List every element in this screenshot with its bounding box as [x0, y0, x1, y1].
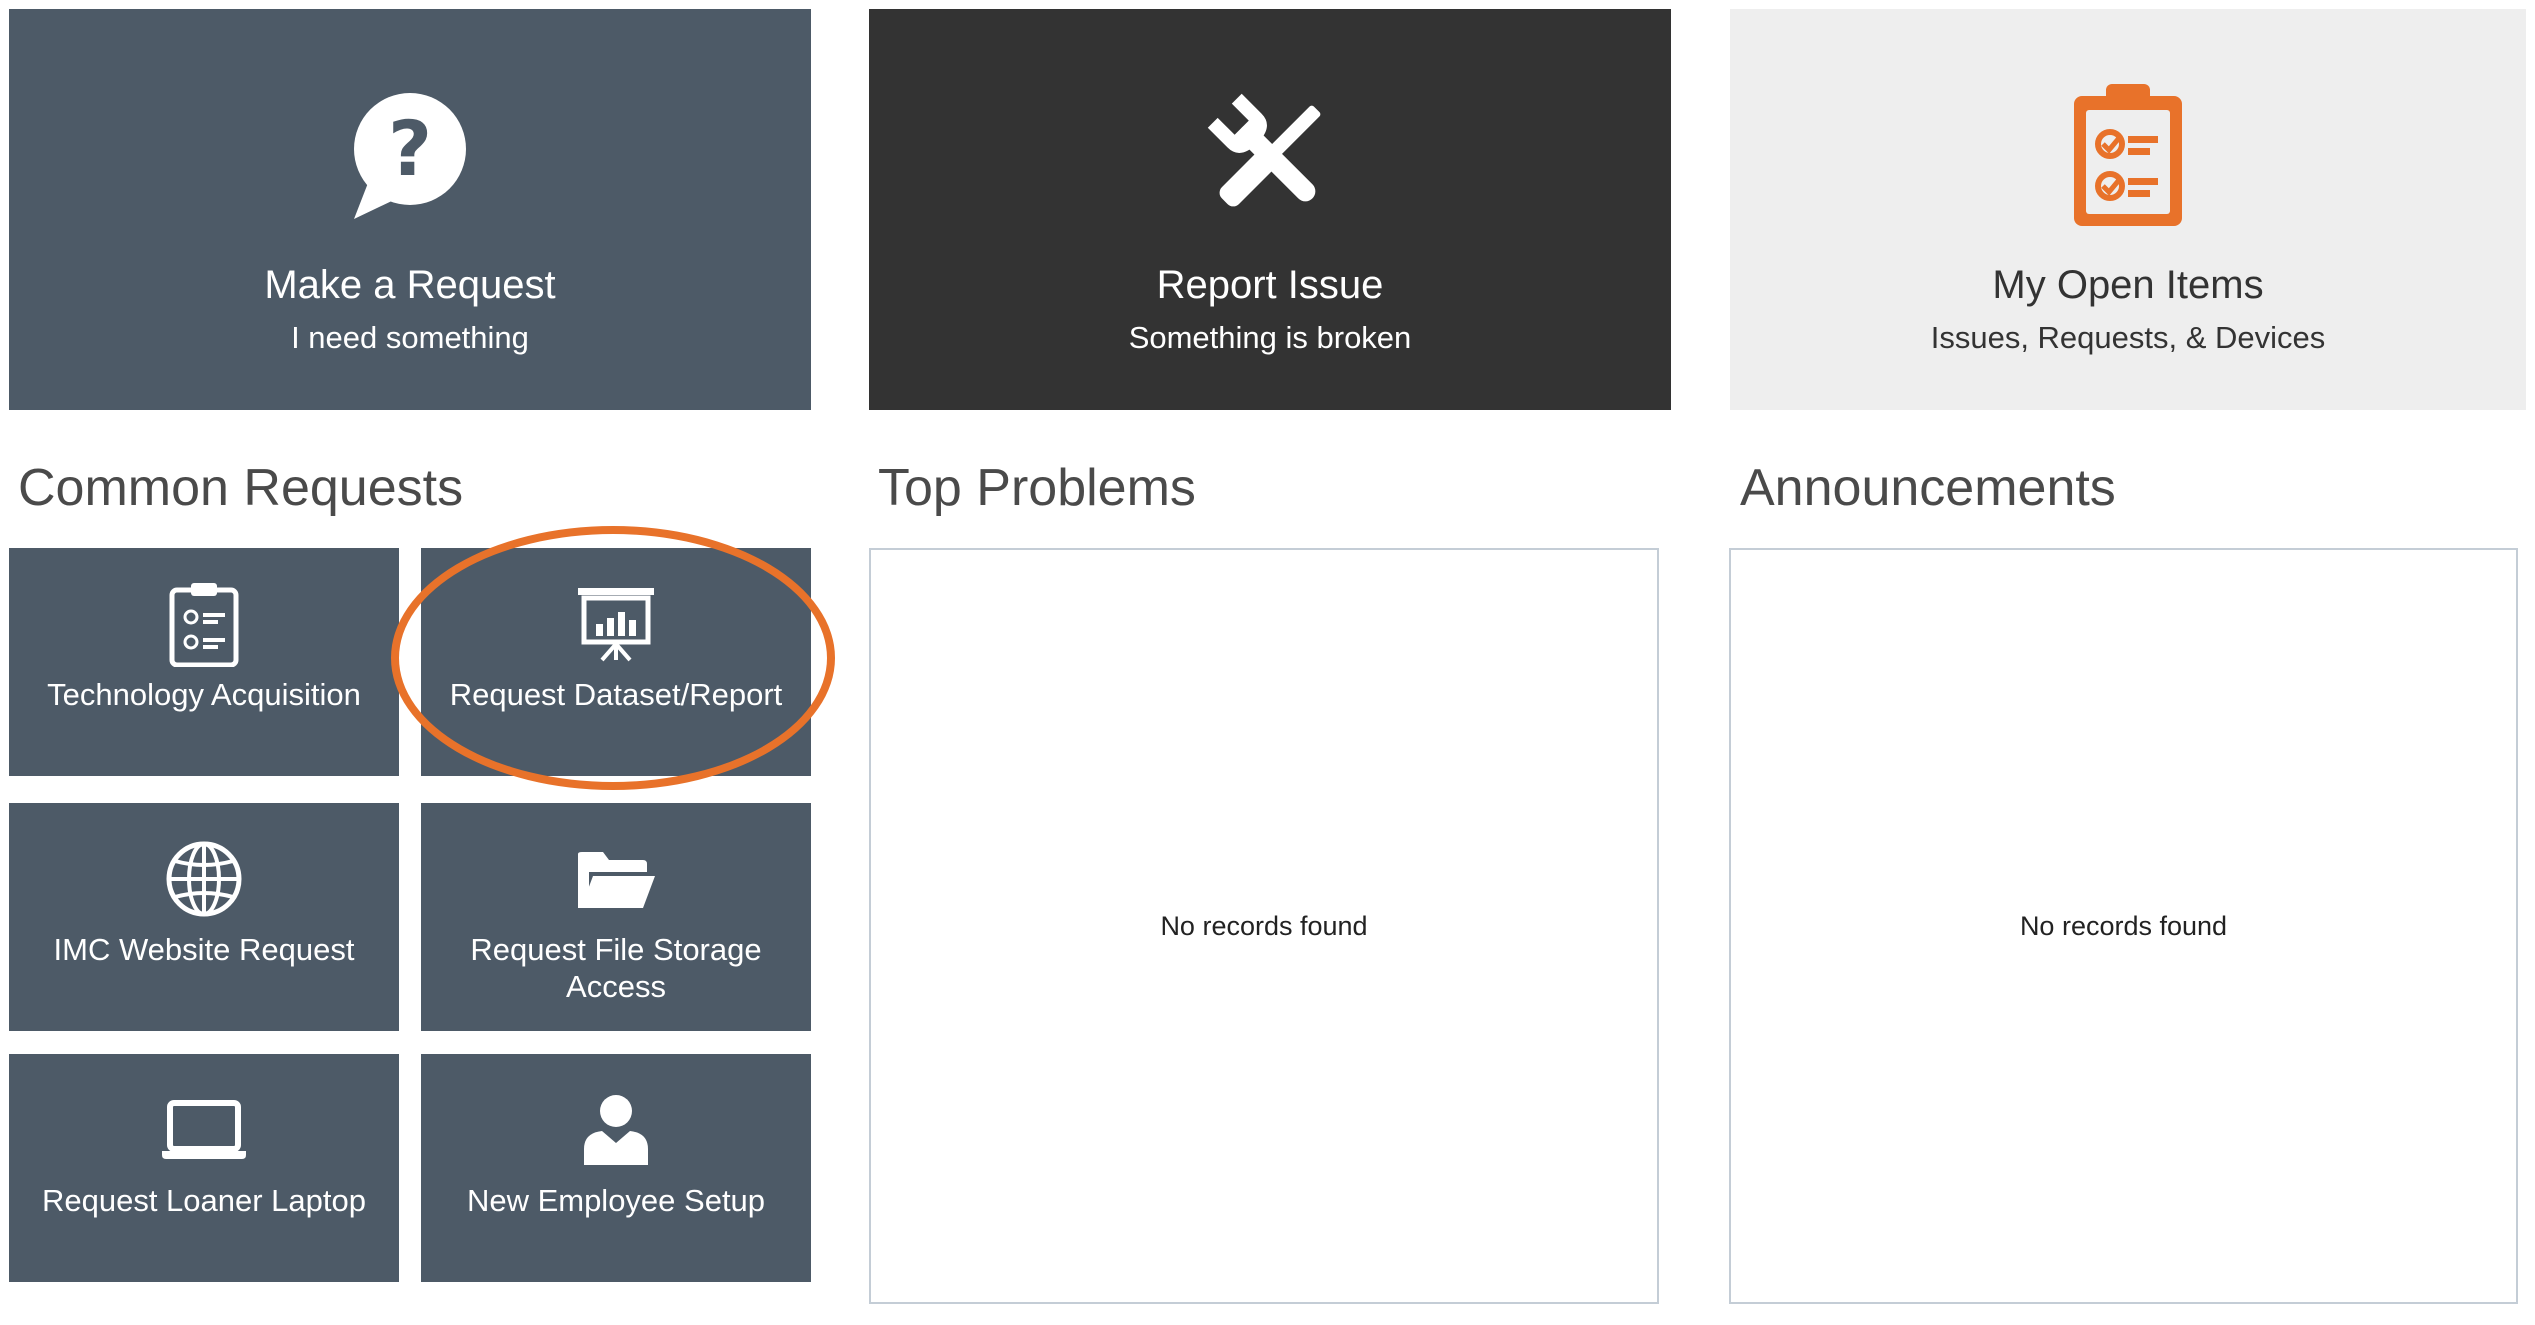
- request-dataset-report-tile[interactable]: Request Dataset/Report: [421, 548, 811, 776]
- person-icon: [580, 1086, 652, 1174]
- svg-text:?: ?: [388, 104, 432, 193]
- tools-icon: [1200, 81, 1340, 231]
- top-problems-panel: No records found: [869, 548, 1659, 1304]
- empty-state-text: No records found: [1160, 910, 1368, 941]
- report-issue-card[interactable]: Report Issue Something is broken: [869, 9, 1671, 410]
- announcements-heading: Announcements: [1740, 459, 2116, 517]
- hero-title: My Open Items: [1992, 263, 2264, 307]
- folder-open-icon: [575, 835, 657, 923]
- clipboard-checklist-icon: [169, 580, 239, 668]
- top-problems-heading: Top Problems: [878, 459, 1196, 517]
- tile-label: Request File Storage Access: [470, 932, 762, 1004]
- technology-acquisition-tile[interactable]: Technology Acquisition: [9, 548, 399, 776]
- make-request-card[interactable]: ? Make a Request I need something: [9, 9, 811, 410]
- hero-subtitle: Issues, Requests, & Devices: [1930, 320, 2326, 355]
- announcements-panel: No records found: [1729, 548, 2518, 1304]
- imc-website-request-tile[interactable]: IMC Website Request: [9, 803, 399, 1031]
- empty-state-text: No records found: [2019, 910, 2228, 941]
- tile-label: Request Loaner Laptop: [41, 1183, 367, 1218]
- laptop-icon: [160, 1086, 248, 1174]
- request-file-storage-tile[interactable]: Request File Storage Access: [421, 803, 811, 1031]
- globe-icon: [164, 835, 244, 923]
- tile-label: Request Dataset/Report: [449, 677, 783, 712]
- presentation-chart-icon: [576, 580, 656, 668]
- request-loaner-laptop-tile[interactable]: Request Loaner Laptop: [9, 1054, 399, 1282]
- hero-subtitle: Something is broken: [1128, 320, 1412, 355]
- clipboard-checklist-icon: [2070, 81, 2186, 231]
- new-employee-setup-tile[interactable]: New Employee Setup: [421, 1054, 811, 1282]
- common-requests-heading: Common Requests: [18, 459, 464, 517]
- hero-title: Report Issue: [1156, 263, 1384, 307]
- my-open-items-card[interactable]: My Open Items Issues, Requests, & Device…: [1730, 9, 2526, 410]
- tile-label: New Employee Setup: [466, 1183, 766, 1218]
- hero-title: Make a Request: [264, 263, 556, 307]
- hero-subtitle: I need something: [291, 320, 529, 355]
- tile-label: IMC Website Request: [53, 932, 355, 967]
- tile-label: Technology Acquisition: [47, 677, 361, 712]
- question-bubble-icon: ?: [350, 81, 470, 231]
